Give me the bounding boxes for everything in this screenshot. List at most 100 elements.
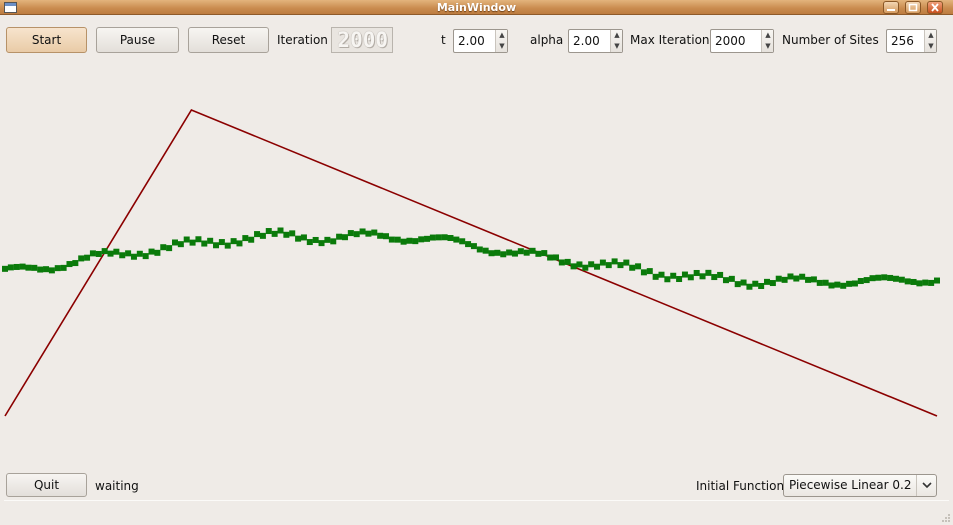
site-value-point	[101, 248, 108, 255]
site-value-point	[43, 266, 50, 273]
site-value-point	[283, 231, 290, 238]
site-value-point	[166, 245, 173, 252]
site-value-point	[318, 240, 325, 247]
site-value-point	[453, 236, 460, 243]
site-value-point	[271, 230, 278, 237]
max-iteration-spinbox[interactable]: 2000 ▲ ▼	[710, 29, 774, 53]
site-value-point	[224, 242, 231, 249]
site-value-point	[7, 264, 14, 271]
site-value-point	[541, 250, 548, 257]
site-value-point	[113, 248, 120, 255]
site-value-point	[218, 239, 225, 246]
spin-up-icon: ▲	[765, 31, 771, 39]
t-spinbox[interactable]: 2.00 ▲ ▼	[453, 29, 508, 53]
site-value-point	[904, 278, 911, 285]
site-value-point	[658, 271, 665, 278]
site-value-point	[37, 266, 44, 273]
site-value-point	[254, 231, 261, 238]
reset-button[interactable]: Reset	[188, 27, 269, 53]
site-value-point	[119, 252, 126, 259]
site-value-point	[435, 234, 442, 241]
site-value-point	[511, 250, 518, 257]
site-value-point	[769, 280, 776, 287]
t-spin-arrows[interactable]: ▲ ▼	[495, 30, 507, 52]
site-value-point	[388, 236, 395, 243]
site-value-point	[412, 238, 419, 245]
site-value-point	[72, 260, 79, 267]
site-value-point	[230, 238, 237, 245]
site-value-point	[336, 233, 343, 240]
site-value-point	[640, 269, 647, 276]
quit-button[interactable]: Quit	[6, 473, 87, 497]
minimize-icon	[887, 9, 895, 11]
alpha-spinbox[interactable]: 2.00 ▲ ▼	[568, 29, 623, 53]
site-value-point	[881, 274, 888, 281]
site-value-point	[506, 249, 513, 256]
site-value-point	[19, 263, 26, 270]
site-value-point	[611, 258, 618, 265]
site-value-point	[142, 253, 149, 260]
initial-function-label: Initial Function	[696, 479, 785, 493]
site-value-point	[25, 264, 32, 271]
site-value-point	[95, 250, 102, 257]
site-value-point	[740, 279, 747, 286]
site-value-point	[752, 280, 759, 287]
site-value-point	[259, 232, 266, 239]
spin-down-icon: ▼	[928, 42, 934, 50]
max-iteration-spin-arrows[interactable]: ▲ ▼	[761, 30, 773, 52]
site-value-point	[552, 254, 559, 261]
dropdown-button[interactable]	[916, 475, 936, 496]
maximize-button[interactable]	[905, 1, 921, 14]
site-value-point	[265, 228, 272, 235]
alpha-spin-arrows[interactable]: ▲ ▼	[610, 30, 622, 52]
site-value-point	[787, 273, 794, 280]
site-value-point	[535, 250, 542, 257]
site-value-point	[341, 234, 348, 241]
resize-grip-icon[interactable]	[939, 511, 951, 523]
site-value-point	[213, 242, 220, 249]
site-value-point	[171, 239, 178, 246]
site-value-point	[863, 277, 870, 284]
iteration-lcd-display: 2000	[331, 27, 393, 53]
site-value-point	[846, 280, 853, 287]
initial-function-value: Piecewise Linear 0.2	[789, 478, 912, 492]
site-value-point	[775, 275, 782, 282]
pause-button[interactable]: Pause	[96, 27, 179, 53]
sites-spinbox[interactable]: 256 ▲ ▼	[886, 29, 937, 53]
site-value-point	[529, 247, 536, 254]
spin-up-icon: ▲	[928, 31, 934, 39]
sites-spin-arrows[interactable]: ▲ ▼	[924, 30, 936, 52]
chevron-down-icon	[922, 482, 932, 489]
site-value-point	[130, 253, 137, 260]
site-value-point	[236, 240, 243, 247]
site-value-point	[670, 272, 677, 279]
site-value-point	[717, 271, 724, 278]
site-value-point	[148, 248, 155, 255]
site-value-point	[189, 239, 196, 246]
start-button[interactable]: Start	[6, 27, 87, 53]
site-value-point	[576, 261, 583, 268]
simulation-plot	[2, 109, 940, 417]
site-value-point	[840, 282, 847, 289]
site-value-point	[248, 236, 255, 243]
site-value-point	[693, 269, 700, 276]
site-value-point	[160, 244, 167, 251]
site-value-point	[459, 238, 466, 245]
t-label: t	[441, 33, 446, 47]
title-bar: MainWindow	[0, 0, 953, 15]
minimize-button[interactable]	[883, 1, 899, 14]
close-button[interactable]	[927, 1, 943, 14]
site-value-point	[887, 274, 894, 281]
site-value-point	[476, 246, 483, 253]
site-value-point	[851, 280, 858, 287]
site-value-point	[687, 274, 694, 281]
site-value-point	[377, 232, 384, 239]
site-value-point	[681, 271, 688, 278]
site-value-point	[125, 250, 132, 257]
site-value-point	[383, 233, 390, 240]
site-value-point	[734, 281, 741, 288]
site-value-point	[810, 276, 817, 283]
initial-function-select[interactable]: Piecewise Linear 0.2	[783, 474, 937, 497]
site-value-point	[828, 282, 835, 289]
sites-label: Number of Sites	[782, 33, 879, 47]
